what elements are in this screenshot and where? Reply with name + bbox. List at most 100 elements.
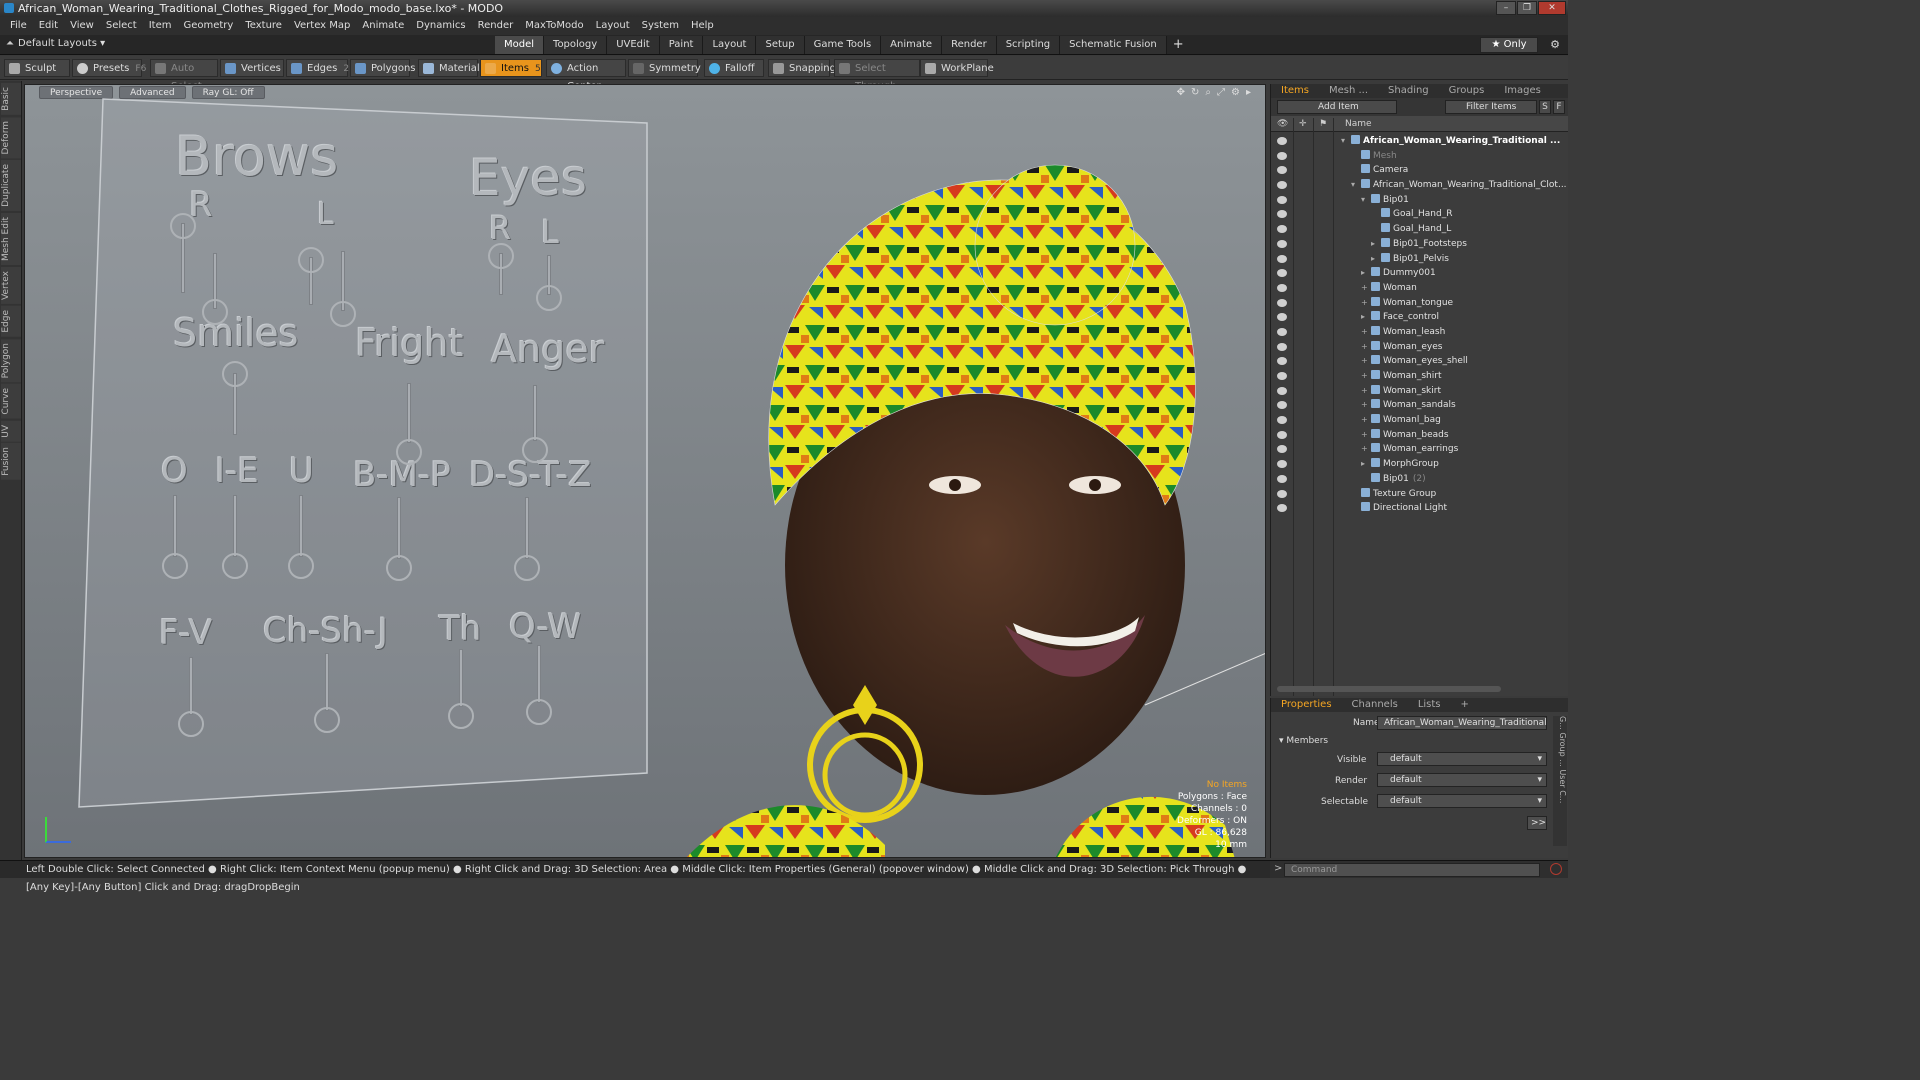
lock-column-icon[interactable]: ✛ xyxy=(1299,116,1307,132)
falloff-button[interactable]: Falloff xyxy=(704,59,764,77)
expand-toggle-icon[interactable]: + xyxy=(1361,413,1368,428)
items-tab-items[interactable]: Items xyxy=(1271,84,1319,98)
search-s-button[interactable]: S xyxy=(1539,100,1551,114)
menu-texture[interactable]: Texture xyxy=(239,17,288,35)
face-slider-handle[interactable] xyxy=(288,553,314,579)
menu-file[interactable]: File xyxy=(4,17,33,35)
filter-items-input[interactable]: Filter Items xyxy=(1445,100,1537,114)
minimize-button[interactable]: – xyxy=(1496,1,1516,15)
visibility-eye-icon[interactable] xyxy=(1277,210,1287,219)
visibility-eye-icon[interactable] xyxy=(1277,327,1287,336)
face-slider-handle[interactable] xyxy=(526,699,552,725)
snapping-button[interactable]: Snapping xyxy=(768,59,836,77)
action-center-button[interactable]: Action Center xyxy=(546,59,626,92)
menu-render[interactable]: Render xyxy=(472,17,520,35)
tree-row[interactable]: Bip01 (2) xyxy=(1271,472,1567,487)
tooltab-uv[interactable]: UV xyxy=(1,420,21,442)
props-tab-channels[interactable]: Channels xyxy=(1342,698,1408,712)
face-slider-handle[interactable] xyxy=(298,247,324,273)
face-slider-handle[interactable] xyxy=(448,703,474,729)
face-slider-handle[interactable] xyxy=(522,437,548,463)
tree-row[interactable]: + Womanl_bag xyxy=(1271,413,1567,428)
select-through-button[interactable]: Select Through xyxy=(834,59,920,92)
expand-toggle-icon[interactable]: ▸ xyxy=(1371,237,1375,252)
menu-view[interactable]: View xyxy=(64,17,100,35)
tree-row[interactable]: Mesh xyxy=(1271,149,1567,164)
tree-row[interactable]: Texture Group xyxy=(1271,487,1567,502)
menu-layout[interactable]: Layout xyxy=(590,17,636,35)
menu-help[interactable]: Help xyxy=(685,17,720,35)
3d-viewport[interactable]: Perspective Advanced Ray GL: Off ✥ ↻ ⌕ ⤢… xyxy=(24,84,1266,858)
menu-animate[interactable]: Animate xyxy=(356,17,410,35)
tooltab-deform[interactable]: Deform xyxy=(1,116,21,159)
menu-item[interactable]: Item xyxy=(143,17,178,35)
visibility-eye-icon[interactable] xyxy=(1277,430,1287,439)
menu-edit[interactable]: Edit xyxy=(33,17,64,35)
expand-toggle-icon[interactable]: + xyxy=(1361,281,1368,296)
tab-topology[interactable]: Topology xyxy=(544,36,608,54)
tree-row[interactable]: Goal_Hand_R xyxy=(1271,207,1567,222)
expand-toggle-icon[interactable]: + xyxy=(1361,398,1368,413)
only-button[interactable]: ★ Only xyxy=(1480,37,1538,53)
tab-game-tools[interactable]: Game Tools xyxy=(804,36,882,54)
tab-uvedit[interactable]: UVEdit xyxy=(607,36,660,54)
render-dropdown[interactable]: default ▾ xyxy=(1377,773,1547,787)
visibility-eye-icon[interactable] xyxy=(1277,283,1287,292)
face-slider-handle[interactable] xyxy=(162,553,188,579)
face-slider-handle[interactable] xyxy=(222,553,248,579)
visibility-column-icon[interactable]: 👁 xyxy=(1277,116,1288,132)
tree-row[interactable]: + Woman_eyes xyxy=(1271,340,1567,355)
command-clear-icon[interactable] xyxy=(1550,863,1562,875)
visibility-eye-icon[interactable] xyxy=(1277,239,1287,248)
add-item-button[interactable]: Add Item xyxy=(1277,100,1397,114)
expand-toggle-icon[interactable]: ▾ xyxy=(1361,193,1365,208)
close-button[interactable]: ✕ xyxy=(1538,1,1566,15)
visibility-eye-icon[interactable] xyxy=(1277,195,1287,204)
face-slider-handle[interactable] xyxy=(514,555,540,581)
face-slider-handle[interactable] xyxy=(222,361,248,387)
vertices-button[interactable]: Vertices1 xyxy=(220,59,293,77)
layout-arrow-icon[interactable]: ⏶ xyxy=(6,38,14,49)
presets-button[interactable]: Presets F6 xyxy=(72,59,146,77)
tooltab-fusion[interactable]: Fusion xyxy=(1,443,21,481)
materials-button[interactable]: Materials xyxy=(418,59,485,77)
expand-toggle-icon[interactable]: ▸ xyxy=(1361,457,1365,472)
visibility-eye-icon[interactable] xyxy=(1277,342,1287,351)
visibility-eye-icon[interactable] xyxy=(1277,269,1287,278)
tree-row[interactable]: + Woman xyxy=(1271,281,1567,296)
tab-schematic-fusion[interactable]: Schematic Fusion xyxy=(1060,36,1167,54)
visibility-eye-icon[interactable] xyxy=(1277,254,1287,263)
members-section[interactable]: ▾ Members xyxy=(1279,736,1328,746)
visibility-eye-icon[interactable] xyxy=(1277,313,1287,322)
tab-paint[interactable]: Paint xyxy=(659,36,704,54)
tree-row[interactable]: Goal_Hand_L xyxy=(1271,222,1567,237)
auto-select-button[interactable]: Auto Select xyxy=(150,59,218,92)
face-slider-handle[interactable] xyxy=(330,301,356,327)
tree-row[interactable]: ▸ Dummy001 xyxy=(1271,266,1567,281)
tree-row[interactable]: ▾ Bip01 xyxy=(1271,193,1567,208)
tab-scripting[interactable]: Scripting xyxy=(996,36,1061,54)
expand-toggle-icon[interactable]: + xyxy=(1361,296,1368,311)
expand-toggle-icon[interactable]: ▸ xyxy=(1361,266,1365,281)
selectable-dropdown[interactable]: default ▾ xyxy=(1377,794,1547,808)
visible-dropdown[interactable]: default ▾ xyxy=(1377,752,1547,766)
item-name-field[interactable]: African_Woman_Wearing_Traditional_Cl xyxy=(1377,716,1547,730)
menu-select[interactable]: Select xyxy=(100,17,143,35)
menu-maxtomodo[interactable]: MaxToModo xyxy=(519,17,589,35)
tab-render[interactable]: Render xyxy=(942,36,997,54)
items-tab-mesh-[interactable]: Mesh ... xyxy=(1319,84,1378,98)
visibility-eye-icon[interactable] xyxy=(1277,166,1287,175)
visibility-eye-icon[interactable] xyxy=(1277,386,1287,395)
visibility-eye-icon[interactable] xyxy=(1277,489,1287,498)
expand-toggle-icon[interactable]: + xyxy=(1361,325,1368,340)
tree-row[interactable]: Directional Light xyxy=(1271,501,1567,516)
face-slider-handle[interactable] xyxy=(202,299,228,325)
menu-system[interactable]: System xyxy=(636,17,685,35)
face-slider-handle[interactable] xyxy=(178,711,204,737)
tab-animate[interactable]: Animate xyxy=(881,36,943,54)
tree-row[interactable]: + Woman_shirt xyxy=(1271,369,1567,384)
expand-toggle-icon[interactable]: ▸ xyxy=(1371,252,1375,267)
expand-toggle-icon[interactable]: + xyxy=(1361,369,1368,384)
maximize-button[interactable]: ❐ xyxy=(1517,1,1537,15)
tree-row[interactable]: + Woman_skirt xyxy=(1271,384,1567,399)
